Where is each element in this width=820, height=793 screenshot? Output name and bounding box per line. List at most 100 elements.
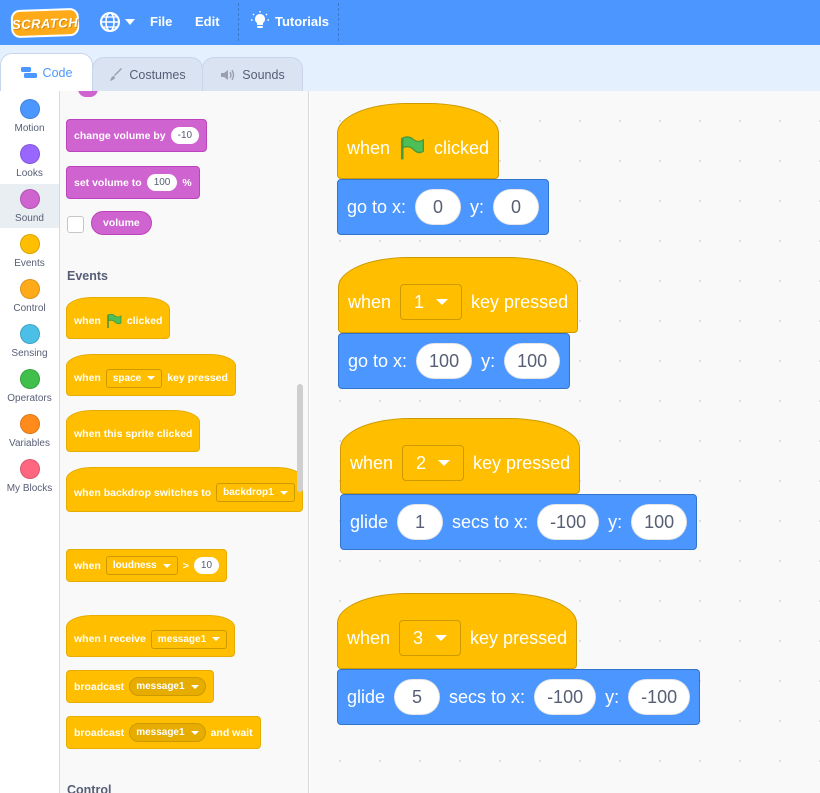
category-sound[interactable]: Sound [0,184,59,228]
secs-input[interactable]: 5 [394,679,441,715]
chevron-down-icon [147,376,156,380]
dropdown-value: 2 [416,452,427,473]
block-go-to-xy[interactable]: go to x: 0 y: 0 [337,179,550,235]
block-label: key pressed [470,627,568,648]
message-dropdown[interactable]: message1 [129,677,206,696]
y-input[interactable]: 0 [493,189,540,225]
block-glide-to-xy[interactable]: glide 5 secs to x: -100 y: -100 [337,669,701,725]
category-variables[interactable]: Variables [0,409,59,453]
edit-menu[interactable]: Edit [195,14,220,29]
dropdown-value: message1 [136,681,185,692]
block-go-to-xy[interactable]: go to x: 100 y: 100 [338,333,571,389]
tab-costumes[interactable]: Costumes [92,57,203,91]
key-dropdown[interactable]: 2 [402,445,465,481]
language-menu[interactable] [99,11,135,33]
block-label: go to x: [348,350,408,371]
volume-input[interactable]: 100 [146,174,178,191]
block-change-volume[interactable]: change volume by -10 [66,119,208,152]
category-sensing[interactable]: Sensing [0,319,59,363]
x-input[interactable]: -100 [534,679,597,715]
block-label: broadcast [74,726,125,739]
y-input[interactable]: 100 [504,343,561,379]
x-input[interactable]: 100 [416,343,473,379]
category-motion[interactable]: Motion [0,94,59,138]
volume-monitor-checkbox[interactable] [67,216,84,233]
y-input[interactable]: -100 [628,679,691,715]
block-when-key-pressed[interactable]: when 1 key pressed [338,257,579,333]
lightbulb-icon [251,11,269,28]
palette-scrollbar[interactable] [297,384,303,492]
block-label: key pressed [471,291,569,312]
block-label: when [74,559,101,572]
block-label: secs to x: [449,686,526,707]
y-input[interactable]: 100 [631,504,688,540]
key-dropdown[interactable]: 3 [399,620,462,656]
threshold-input[interactable]: 10 [193,557,220,574]
message-dropdown[interactable]: message1 [150,629,228,649]
x-input[interactable]: -100 [537,504,600,540]
globe-icon [100,12,120,32]
dropdown-value: message1 [136,727,185,738]
block-when-flag-clicked[interactable]: when clicked [66,297,171,339]
category-control[interactable]: Control [0,274,59,318]
sensor-dropdown[interactable]: loudness [105,556,178,575]
block-when-flag-clicked[interactable]: when clicked [337,103,500,179]
category-dot [19,324,40,344]
brush-icon [110,67,123,81]
dropdown-value: backdrop1 [223,487,274,498]
tab-label: Sounds [242,67,285,82]
key-dropdown[interactable]: space [105,368,163,388]
block-when-key-pressed[interactable]: when space key pressed [66,354,236,396]
category-operators[interactable]: Operators [0,364,59,408]
key-dropdown[interactable]: 1 [400,284,463,320]
file-menu[interactable]: File [150,14,172,29]
menu-bar: SCRATCH File Edit Tutorials [0,0,820,45]
chevron-down-icon [435,635,448,641]
block-when-key-pressed[interactable]: when 2 key pressed [340,418,581,494]
block-label: set volume to [74,176,142,189]
block-when-loudness[interactable]: when loudness > 10 [66,549,228,582]
block-when-key-pressed[interactable]: when 3 key pressed [337,593,578,669]
chevron-down-icon [438,460,451,466]
script-area[interactable]: when clicked go to x: 0 y: 0 when 1 key … [310,91,820,793]
volume-input[interactable]: -10 [170,127,200,144]
block-when-i-receive[interactable]: when I receive message1 [66,615,236,657]
block-broadcast-and-wait[interactable]: broadcast message1 and wait [66,716,261,749]
block-label: and wait [210,726,253,739]
category-my-blocks[interactable]: My Blocks [0,454,59,498]
block-volume-reporter[interactable]: volume [91,211,152,235]
category-events[interactable]: Events [0,229,59,273]
tab-label: Costumes [129,67,186,82]
code-icon [20,66,37,78]
category-dot [19,414,40,434]
block-broadcast[interactable]: broadcast message1 [66,670,214,703]
chevron-down-icon [279,490,288,495]
category-dot [19,459,40,479]
category-label: Sound [15,213,44,224]
block-when-backdrop-switches[interactable]: when backdrop switches to backdrop1 [66,467,303,512]
x-input[interactable]: 0 [415,189,462,225]
menu-divider [238,3,239,41]
category-dot [19,99,40,119]
tutorials-button[interactable]: Tutorials [251,11,329,31]
category-label: Variables [9,438,50,449]
green-flag-icon [400,136,425,160]
block-when-sprite-clicked[interactable]: when this sprite clicked [66,410,201,452]
message-dropdown[interactable]: message1 [129,723,206,742]
category-menu: Motion Looks Sound Events Control Sensin… [0,91,60,793]
category-dot [19,279,40,299]
secs-input[interactable]: 1 [397,504,444,540]
block-label: clicked [434,137,490,158]
chevron-down-icon [190,684,199,689]
dropdown-value: loudness [112,560,157,571]
backdrop-dropdown[interactable]: backdrop1 [216,483,295,502]
category-looks[interactable]: Looks [0,139,59,183]
category-dot [19,234,40,254]
green-flag-icon [107,314,122,328]
block-set-volume[interactable]: set volume to 100 % [66,166,200,199]
block-palette: change volume by -10 set volume to 100 %… [60,91,309,793]
tab-code[interactable]: Code [0,53,93,91]
tab-sounds[interactable]: Sounds [202,57,303,91]
block-glide-to-xy[interactable]: glide 1 secs to x: -100 y: 100 [340,494,698,550]
scratch-logo[interactable]: SCRATCH [10,7,80,39]
